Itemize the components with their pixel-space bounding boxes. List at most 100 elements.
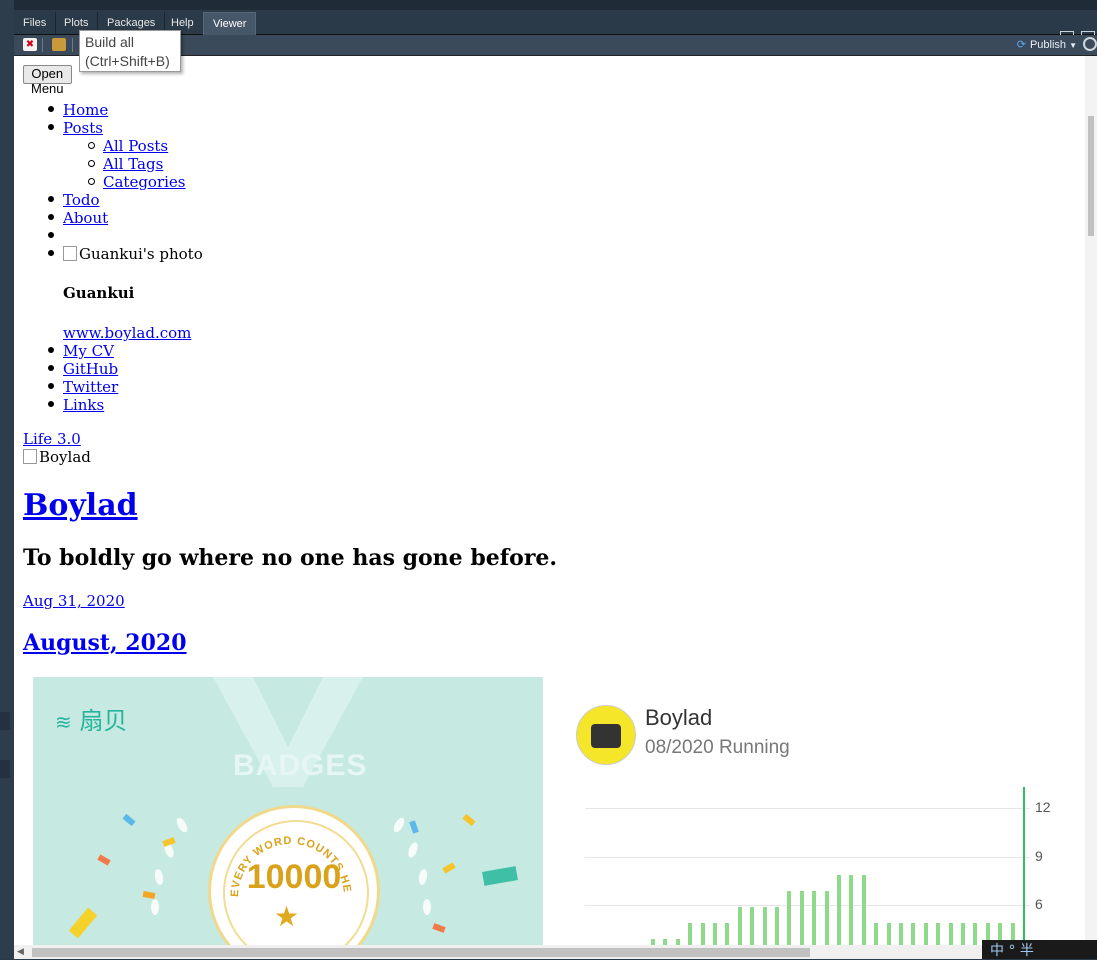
list-bullet (48, 106, 54, 112)
list-bullet (48, 196, 54, 202)
y-tick-label: 6 (1035, 896, 1043, 912)
laurel-leaf (406, 841, 420, 859)
laurel-leaf (417, 868, 429, 886)
running-subtitle: 08/2020 Running (645, 737, 790, 758)
chart-gridline (585, 808, 1030, 809)
chart-bar (861, 875, 866, 945)
list-bullet (48, 347, 54, 353)
chart-bar (874, 923, 879, 945)
vertical-scrollbar[interactable] (1085, 56, 1097, 945)
nav-all-tags-link[interactable]: All Tags (103, 155, 163, 173)
chart-bar (787, 891, 792, 945)
list-bullet (48, 401, 54, 407)
chart-bar (923, 923, 928, 945)
chart-bar (700, 923, 705, 945)
post-title-link[interactable]: August, 2020 (23, 630, 187, 656)
publish-button[interactable]: ⟳ Publish ▼ (1017, 38, 1077, 51)
chart-bar (762, 907, 767, 945)
list-bullet (88, 160, 95, 167)
nav-about-link[interactable]: About (63, 209, 108, 227)
publish-icon: ⟳ (1016, 39, 1026, 51)
author-photo-alt: Guankui's photo (79, 245, 203, 263)
nav-todo-link[interactable]: Todo (63, 191, 100, 209)
robot-icon (591, 724, 621, 748)
nav-all-posts-link[interactable]: All Posts (103, 137, 168, 155)
confetti (122, 813, 136, 827)
brand-link[interactable]: Life 3.0 (23, 430, 81, 448)
confetti (97, 854, 111, 866)
nav-categories-link[interactable]: Categories (103, 173, 186, 191)
chart-bar (973, 923, 978, 945)
scrollbar-thumb[interactable] (1088, 116, 1094, 236)
runner-name: Boylad (645, 705, 713, 730)
confetti (68, 907, 98, 939)
medal-number: 10000 (246, 858, 342, 896)
top-strip (0, 0, 1097, 10)
site-tagline: To boldly go where no one has gone befor… (23, 545, 558, 571)
laurel-leaf (174, 816, 190, 834)
chart-bar (948, 923, 953, 945)
tab-viewer[interactable]: Viewer (203, 12, 257, 35)
laurel-leaf (153, 868, 165, 886)
chart-bar (824, 891, 829, 945)
badges-label: BADGES (233, 749, 368, 782)
list-bullet (88, 142, 95, 149)
tooltip-title: Build all (85, 34, 135, 50)
y-tick-label: 9 (1035, 848, 1043, 864)
scroll-left-icon[interactable]: ◀ (17, 947, 24, 957)
author-website-link[interactable]: www.boylad.com (63, 324, 191, 342)
laurel-leaf (151, 899, 159, 915)
broom-icon[interactable] (52, 38, 66, 51)
post-date-link[interactable]: Aug 31, 2020 (23, 592, 125, 610)
nav-posts-link[interactable]: Posts (63, 119, 103, 137)
logo-alt: Boylad (39, 448, 91, 466)
left-pane-segment (0, 760, 10, 778)
list-bullet (48, 383, 54, 389)
laurel-leaf (391, 816, 407, 834)
refresh-icon[interactable] (1083, 37, 1097, 51)
shanbay-badge-image: BADGES ≋ 扇贝 EVERY WORD COUNTS HERE 10000… (33, 677, 543, 945)
medal: EVERY WORD COUNTS HERE 10000 ★ (208, 805, 380, 945)
left-pane-segment (0, 712, 10, 730)
nav-links-link[interactable]: Links (63, 396, 104, 414)
tab-files[interactable]: Files (14, 12, 57, 34)
chart-bar (812, 891, 817, 945)
open-menu-button[interactable]: Open Menu (23, 65, 72, 96)
chart-bar (936, 923, 941, 945)
publish-label: Publish (1029, 39, 1067, 51)
confetti (462, 813, 476, 827)
tooltip-shortcut: (Ctrl+Shift+B) (85, 53, 170, 69)
chart-bar (750, 907, 755, 945)
chart-bar (737, 907, 742, 945)
author-photo-broken-image: Guankui's photo (63, 245, 203, 263)
broken-image-icon (23, 449, 37, 464)
list-bullet (48, 365, 54, 371)
site-title-link[interactable]: Boylad (23, 488, 138, 523)
y-tick-label: 12 (1035, 799, 1051, 815)
nav-cv-link[interactable]: My CV (63, 342, 114, 360)
logo-broken-image: Boylad (23, 448, 91, 466)
confetti (442, 862, 456, 874)
chart-bar (688, 923, 693, 945)
horizontal-scrollbar[interactable]: ◀ (14, 945, 1085, 959)
chart-bar (886, 923, 891, 945)
shanbay-brand: 扇贝 (79, 707, 128, 735)
tooltip: Build all (Ctrl+Shift+B) (79, 30, 181, 72)
chart-bar (961, 923, 965, 945)
running-summary-image: Boylad 08/2020 Running 12 9 6 (565, 677, 1085, 945)
nav-twitter-link[interactable]: Twitter (63, 378, 118, 396)
ime-indicator[interactable]: 中 ° 半 (982, 940, 1097, 959)
clear-viewer-icon[interactable]: ✖ (23, 38, 37, 51)
chart-bar (911, 923, 916, 945)
chart-bar (837, 875, 841, 945)
toolbar-separator (72, 38, 73, 52)
left-pane-edge (0, 0, 14, 959)
chart-bar (775, 907, 779, 945)
nav-home-link[interactable]: Home (63, 101, 108, 119)
chart-bar (849, 875, 854, 945)
scrollbar-thumb[interactable] (32, 948, 810, 957)
list-bullet (48, 124, 54, 130)
chevron-down-icon: ▼ (1069, 41, 1077, 50)
nav-github-link[interactable]: GitHub (63, 360, 118, 378)
confetti (409, 820, 419, 834)
